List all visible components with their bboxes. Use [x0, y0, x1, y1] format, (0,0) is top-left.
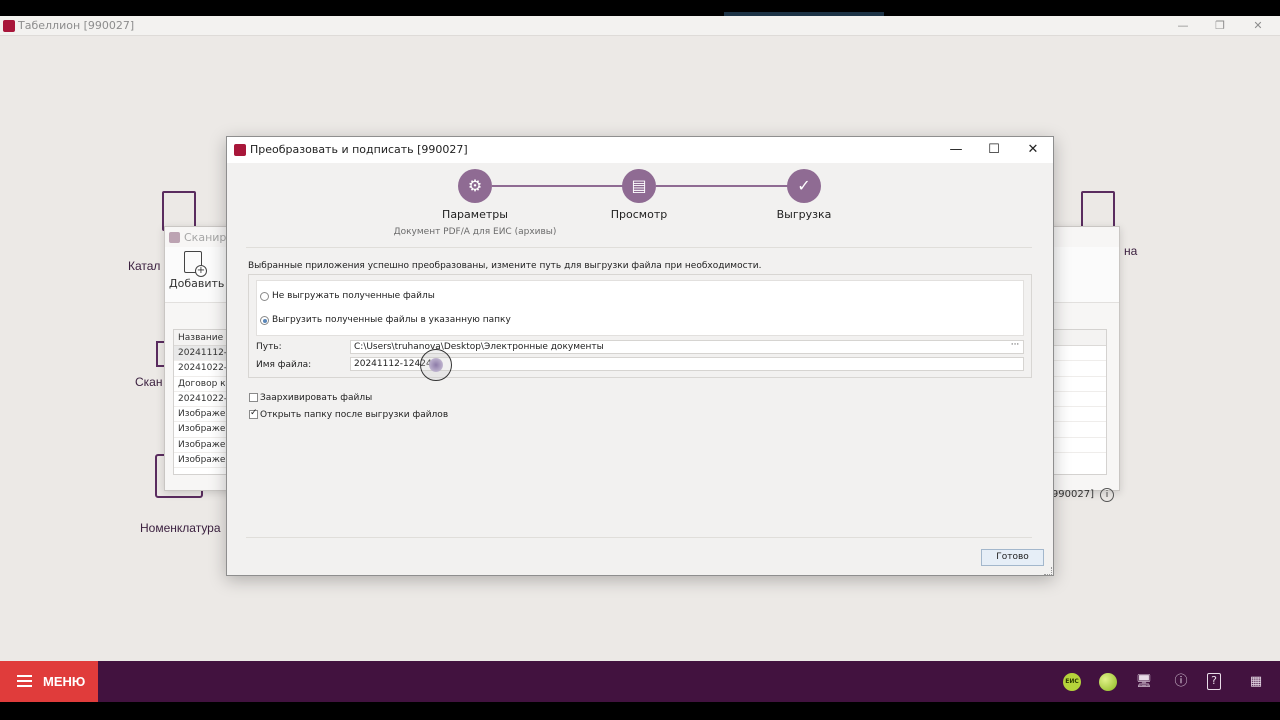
dialog-titlebar: Преобразовать и подписать [990027] — ☐ ✕: [227, 137, 1053, 163]
file-table: Название 20241112-12 20241022-14 Договор…: [173, 329, 233, 475]
taskbar: МЕНЮ ЕИС 🖥 ⓘ ? ▦: [0, 661, 1280, 702]
step-connector: [492, 185, 624, 187]
step-sublabel: Документ PDF/A для ЕИС (архивы): [393, 227, 557, 237]
table-row[interactable]: Изображение: [174, 453, 232, 469]
divider: [246, 537, 1032, 538]
table-row[interactable]: 20241022-14: [174, 392, 232, 408]
grid-row[interactable]: [1054, 361, 1106, 377]
export-radio-panel: [256, 280, 1024, 336]
scan-window-status-id: [990027]: [1048, 489, 1094, 500]
table-row[interactable]: Изображение: [174, 407, 232, 423]
main-restore-button[interactable]: ❐: [1200, 16, 1240, 36]
gear-icon[interactable]: ⚙: [458, 169, 492, 203]
step-label-preview: Просмотр: [610, 208, 668, 221]
help-icon[interactable]: ?: [1207, 673, 1221, 690]
nomenclature-label[interactable]: Номенклатура: [140, 521, 221, 535]
main-minimize-button[interactable]: —: [1163, 16, 1203, 36]
main-close-button[interactable]: ✕: [1238, 16, 1278, 36]
check-icon[interactable]: ✓: [787, 169, 821, 203]
calendar-icon[interactable]: ▦: [1247, 673, 1265, 691]
right-tile-icon[interactable]: [1081, 191, 1115, 231]
scan-window-logo-icon: [169, 232, 180, 243]
no-export-radio[interactable]: [260, 292, 269, 301]
menu-button-label: МЕНЮ: [43, 674, 86, 689]
table-row[interactable]: Договор купл: [174, 377, 232, 392]
divider: [246, 247, 1032, 248]
dialog-minimize-button[interactable]: —: [937, 137, 975, 163]
table-row[interactable]: 20241022-14: [174, 361, 232, 377]
add-document-icon: +: [184, 251, 207, 277]
open-folder-label[interactable]: Открыть папку после выгрузки файлов: [260, 410, 448, 420]
menu-button[interactable]: МЕНЮ: [0, 661, 98, 702]
done-button[interactable]: Готово: [981, 549, 1044, 566]
archive-checkbox[interactable]: [249, 393, 258, 402]
info-icon[interactable]: i: [1100, 488, 1114, 502]
export-label[interactable]: Выгрузить полученные файлы в указанную п…: [272, 315, 511, 325]
dialog-close-button[interactable]: ✕: [1014, 137, 1052, 163]
filename-label: Имя файла:: [256, 360, 312, 370]
catalog-label[interactable]: Катал: [128, 259, 160, 273]
resize-grip[interactable]: [1044, 567, 1052, 575]
add-button[interactable]: + Добавить: [169, 251, 224, 297]
archive-label[interactable]: Заархивировать файлы: [260, 393, 372, 403]
table-row[interactable]: Изображение: [174, 438, 232, 454]
export-radio[interactable]: [260, 316, 269, 325]
dialog-title: Преобразовать и подписать [990027]: [250, 143, 468, 156]
right-grid-header: [1054, 330, 1106, 346]
dialog-maximize-button[interactable]: ☐: [975, 137, 1013, 163]
monitor-settings-icon[interactable]: 🖥: [1135, 673, 1153, 691]
right-grid: [1053, 329, 1107, 475]
main-window-title: Табеллион [990027]: [18, 19, 135, 32]
mouse-cursor-dot: [429, 358, 443, 372]
no-export-label[interactable]: Не выгружать полученные файлы: [272, 291, 435, 301]
table-row[interactable]: 20241112-12: [174, 346, 232, 362]
status-message: Выбранные приложения успешно преобразова…: [248, 261, 762, 271]
open-folder-checkbox[interactable]: [249, 408, 258, 419]
grid-row[interactable]: [1054, 407, 1106, 423]
main-titlebar: Табеллион [990027] — ❐ ✕: [0, 16, 1280, 36]
status-indicator-icon[interactable]: [1099, 673, 1117, 691]
step-connector: [656, 185, 788, 187]
eis-status-icon[interactable]: ЕИС: [1063, 673, 1081, 691]
step-label-export: Выгрузка: [776, 208, 832, 221]
scan-label[interactable]: Скан: [135, 375, 162, 389]
grid-row[interactable]: [1054, 422, 1106, 438]
path-field[interactable]: C:\Users\truhanova\Desktop\Электронные д…: [350, 340, 1024, 354]
grid-row[interactable]: [1054, 377, 1106, 392]
plus-icon: +: [195, 265, 207, 277]
grid-row[interactable]: [1054, 346, 1106, 362]
table-row[interactable]: Изображение: [174, 422, 232, 438]
info-icon[interactable]: ⓘ: [1172, 673, 1190, 691]
app-logo-icon: [3, 20, 15, 32]
step-label-parameters: Параметры: [442, 208, 508, 221]
document-icon[interactable]: ▤: [622, 169, 656, 203]
hamburger-icon: [17, 675, 32, 687]
dialog-logo-icon: [234, 144, 246, 156]
file-table-header[interactable]: Название: [174, 330, 232, 346]
grid-row[interactable]: [1054, 438, 1106, 454]
catalog-icon[interactable]: [162, 191, 196, 231]
grid-row[interactable]: [1054, 392, 1106, 408]
browse-button[interactable]: ···: [1008, 340, 1022, 352]
add-button-label: Добавить: [169, 277, 225, 290]
path-label: Путь:: [256, 342, 282, 352]
right-tile-label[interactable]: на: [1124, 244, 1137, 258]
screen: Табеллион [990027] — ❐ ✕ Катал Скан Номе…: [0, 0, 1280, 720]
